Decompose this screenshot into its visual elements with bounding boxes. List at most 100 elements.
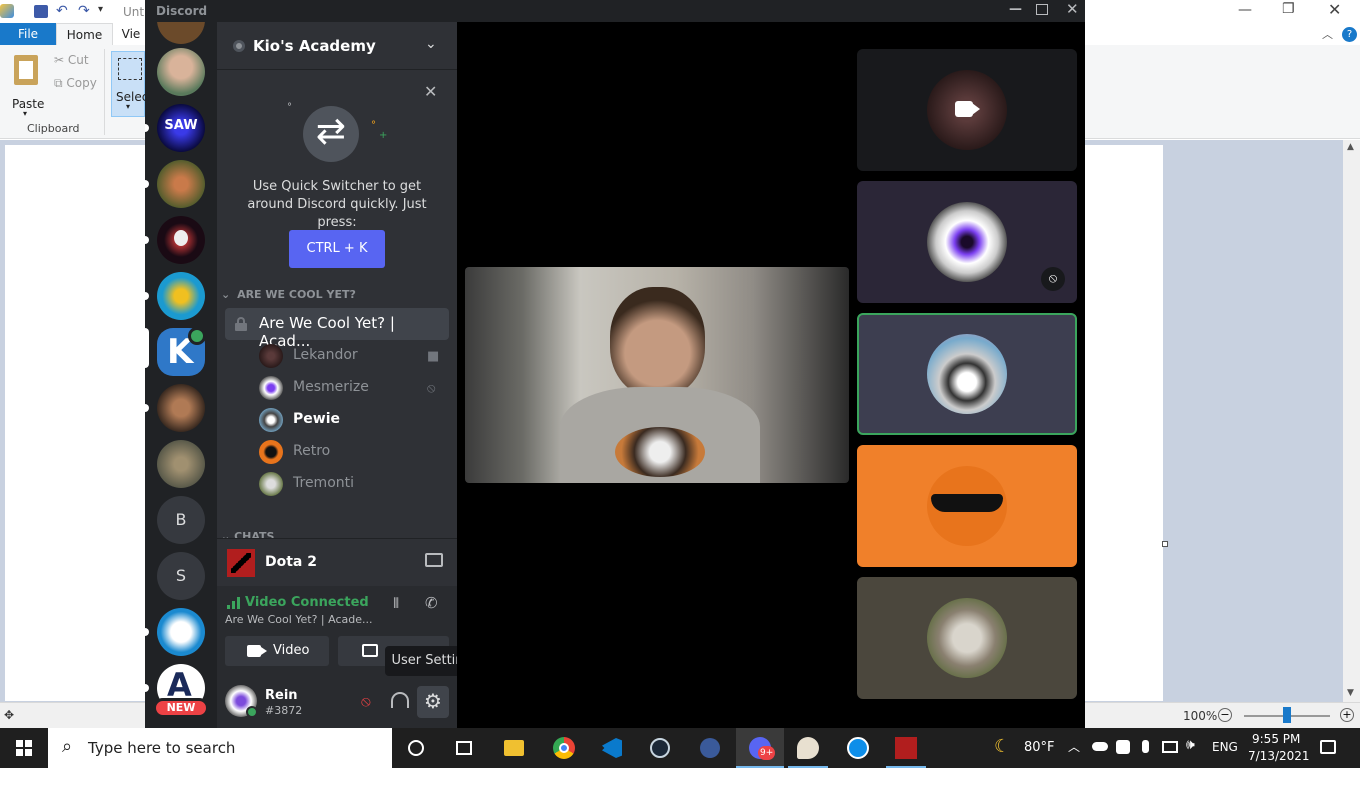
language-indicator[interactable]: ENG — [1212, 740, 1238, 754]
steam-icon[interactable] — [636, 728, 684, 768]
scroll-down-icon[interactable]: ▼ — [1347, 688, 1354, 698]
dismiss-close-icon[interactable]: ✕ — [424, 82, 437, 101]
participant-tile-retro[interactable] — [857, 445, 1077, 567]
server-header[interactable]: Kio's Academy ⌄ — [217, 22, 457, 70]
category-header[interactable]: ⌄ ARE WE COOL YET? — [221, 288, 451, 304]
server-letter-s[interactable]: S — [157, 552, 205, 600]
restore-icon[interactable]: ❐ — [1282, 1, 1295, 17]
server-icon-partial[interactable] — [157, 22, 205, 44]
minimize-icon[interactable]: — — [1238, 2, 1252, 18]
voice-channel-item[interactable]: Are We Cool Yet? | Acad... — [225, 308, 449, 350]
participant-tile-mesmerize[interactable]: ⦸ — [857, 181, 1077, 303]
task-view-icon[interactable] — [440, 728, 488, 768]
clock-time[interactable]: 9:55 PM — [1252, 732, 1300, 746]
server-icon-bird[interactable] — [157, 608, 205, 656]
ribbon-collapse-icon[interactable]: ︿ — [1322, 26, 1333, 42]
zoom-level: 100% — [1183, 709, 1218, 723]
close-icon[interactable]: ✕ — [1328, 0, 1341, 19]
weather-moon-icon: ☾ — [994, 736, 1011, 757]
server-icon-animal[interactable] — [157, 440, 205, 488]
network-icon[interactable] — [1162, 741, 1178, 753]
vscode-icon[interactable] — [588, 728, 636, 768]
noise-suppression-icon[interactable]: ⦀ — [393, 596, 399, 612]
discord-titlebar: Discord — ✕ — [145, 0, 1085, 22]
discord-maximize-icon[interactable] — [1036, 4, 1048, 15]
video-off-icon-lens — [972, 103, 980, 115]
file-explorer-icon[interactable] — [490, 728, 538, 768]
customize-qat-icon[interactable]: ▾ — [98, 4, 103, 15]
zoom-slider-thumb[interactable] — [1283, 707, 1291, 723]
show-hidden-icons-icon[interactable]: ︿ — [1068, 738, 1080, 755]
group-divider — [104, 49, 105, 135]
user-settings-tooltip: User Settings — [385, 646, 457, 676]
mic-muted-icon: ⦸ — [427, 381, 436, 396]
discord-minimize-icon[interactable]: — — [1009, 2, 1022, 17]
headset-app-icon[interactable] — [686, 728, 734, 768]
participant-tile-tremonti[interactable] — [857, 577, 1077, 699]
server-icon-saw[interactable]: SAW — [157, 104, 205, 152]
mic-muted-icon[interactable]: ⦸ — [361, 692, 371, 710]
chevron-down-icon: ⌄ — [425, 36, 437, 52]
scroll-up-icon[interactable]: ▲ — [1347, 142, 1354, 152]
server-letter-b[interactable]: B — [157, 496, 205, 544]
tab-view[interactable]: Vie — [116, 23, 146, 45]
zoom-out-icon[interactable]: − — [1218, 708, 1232, 722]
paint-taskbar-icon[interactable] — [784, 728, 832, 768]
cortana-icon[interactable] — [392, 728, 440, 768]
voice-member-pewie[interactable]: Pewie — [259, 406, 449, 434]
unread-indicator — [145, 628, 149, 636]
discord-taskbar-icon[interactable]: 9+ — [736, 728, 784, 768]
new-badge[interactable]: NEW — [153, 698, 209, 718]
headphones-icon[interactable] — [391, 692, 409, 708]
quick-switcher-arrows-icon: ⇄ — [303, 106, 359, 162]
save-icon[interactable] — [34, 5, 48, 18]
paste-button[interactable]: Paste ▾ — [8, 53, 44, 118]
server-icon-br[interactable] — [157, 272, 205, 320]
select-dropdown-icon: ▾ — [126, 102, 131, 111]
voice-member-mesmerize[interactable]: Mesmerize ⦸ — [259, 374, 449, 402]
vertical-scrollbar[interactable]: ▲ ▼ — [1343, 140, 1360, 702]
sparkle-decoration-icon: ° — [287, 102, 292, 113]
paste-dropdown-icon: ▾ — [23, 109, 28, 118]
select-button[interactable]: Select ▾ — [111, 51, 153, 117]
cursor-position-icon: ✥ — [4, 708, 15, 722]
canvas-resize-handle[interactable] — [1162, 541, 1168, 547]
server-icon-skull[interactable] — [157, 216, 205, 264]
start-button[interactable] — [0, 728, 48, 768]
search-box[interactable]: ⌕ Type here to search — [48, 728, 392, 768]
voice-member-retro[interactable]: Retro — [259, 438, 449, 466]
quick-switcher-card: ✕ ⇄ ° ° + Use Quick Switcher to get arou… — [217, 70, 457, 286]
server-icon-masked-person[interactable] — [157, 48, 205, 96]
clock-date[interactable]: 7/13/2021 — [1248, 749, 1310, 763]
featured-video-feed[interactable] — [465, 267, 849, 483]
tab-file[interactable]: File — [0, 23, 56, 45]
undo-icon[interactable]: ↶ — [56, 3, 68, 19]
discord-close-icon[interactable]: ✕ — [1066, 0, 1079, 18]
dota2-taskbar-icon[interactable] — [882, 728, 930, 768]
video-button[interactable]: Video — [225, 636, 329, 666]
unread-indicator — [145, 124, 149, 132]
tab-home[interactable]: Home — [56, 23, 113, 45]
notifications-icon[interactable] — [1320, 740, 1336, 754]
voice-member-tremonti[interactable]: Tremonti — [259, 470, 449, 498]
redo-icon[interactable]: ↷ — [78, 3, 90, 19]
zoom-in-icon[interactable]: + — [1340, 708, 1354, 722]
disconnect-icon[interactable]: ✆ — [425, 594, 438, 612]
volume-icon[interactable]: 🕪 — [1186, 737, 1195, 753]
server-icon-face[interactable] — [157, 384, 205, 432]
video-active-icon — [188, 327, 206, 345]
help-icon[interactable]: ? — [1342, 27, 1357, 42]
stream-screen-icon[interactable] — [425, 553, 443, 567]
participant-tile-camera-off[interactable] — [857, 49, 1077, 171]
weather-temperature[interactable]: 80°F — [1024, 740, 1055, 755]
teamviewer-icon[interactable] — [834, 728, 882, 768]
voice-member-lekandor[interactable]: Lekandor ■ — [259, 342, 449, 370]
chrome-icon[interactable] — [540, 728, 588, 768]
cut-button[interactable]: ✂ Cut — [54, 53, 89, 67]
server-icon-group[interactable] — [157, 160, 205, 208]
settings-gear-icon[interactable]: ⚙ — [417, 686, 449, 718]
copy-button[interactable]: ⧉ Copy — [54, 76, 97, 91]
ctrl-k-button[interactable]: CTRL + K — [289, 230, 385, 268]
participant-tile-pewie-speaking[interactable] — [857, 313, 1077, 435]
member-avatar — [259, 376, 283, 400]
